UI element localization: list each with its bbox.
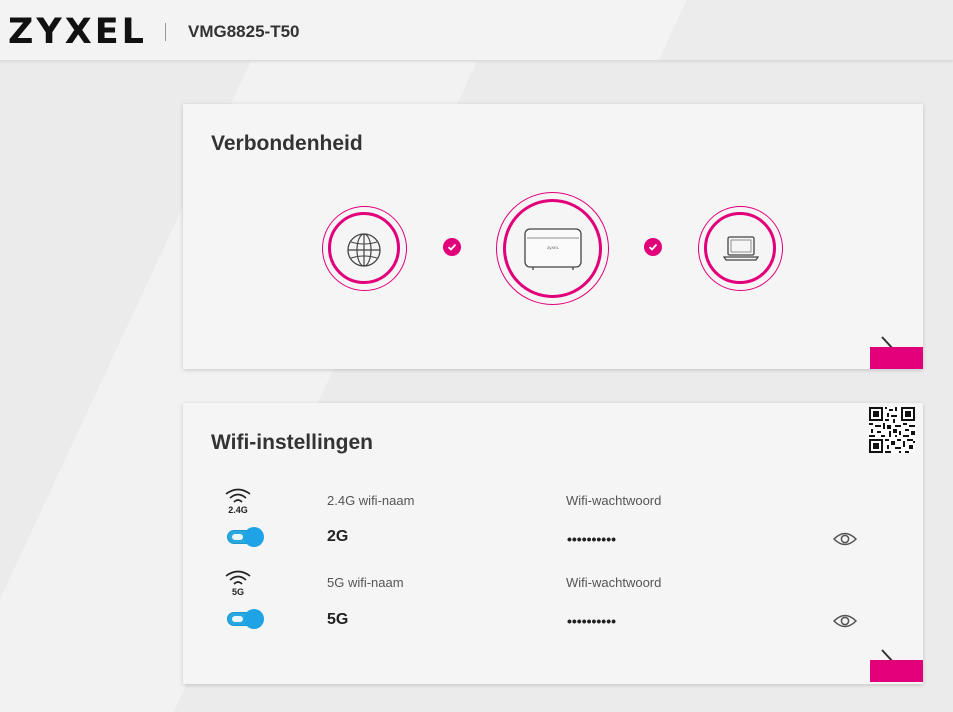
check-icon bbox=[644, 238, 662, 256]
wifi-5g-toggle[interactable] bbox=[227, 609, 264, 629]
connectivity-more-button[interactable] bbox=[870, 347, 923, 369]
wifi-5g-name: 5G bbox=[327, 611, 349, 628]
wifi-24g-toggle[interactable] bbox=[227, 527, 264, 547]
eye-icon[interactable] bbox=[833, 613, 857, 629]
wifi-24g-name: 2G bbox=[327, 528, 349, 545]
wifi-24g-password-label: Wifi-wachtwoord bbox=[566, 493, 662, 508]
header-divider bbox=[165, 23, 166, 41]
connectivity-title: Verbondenheid bbox=[211, 132, 363, 155]
connectivity-card: Verbondenheid ZyXEL bbox=[183, 104, 923, 369]
eye-icon[interactable] bbox=[833, 531, 857, 547]
wifi-24g-password: •••••••••• bbox=[567, 531, 617, 547]
wifi-24g-icon: 2.4G bbox=[223, 487, 253, 519]
wifi-5g-password: •••••••••• bbox=[567, 613, 617, 629]
band-label: 5G bbox=[231, 587, 244, 597]
router-icon: ZyXEL bbox=[524, 228, 582, 270]
device-node[interactable] bbox=[698, 206, 783, 291]
brand-logo[interactable]: ZYXEL bbox=[8, 12, 147, 52]
wifi-card: Wifi-instellingen 2.4G 2.4G wifi-naam 2G… bbox=[183, 403, 923, 684]
laptop-icon bbox=[723, 236, 759, 261]
wifi-5g-password-label: Wifi-wachtwoord bbox=[566, 575, 662, 590]
wifi-more-button[interactable] bbox=[870, 660, 923, 682]
band-label: 2.4G bbox=[228, 505, 248, 515]
globe-icon bbox=[347, 233, 381, 267]
wifi-title: Wifi-instellingen bbox=[211, 431, 373, 454]
qr-code-icon[interactable] bbox=[869, 407, 915, 453]
router-node[interactable]: ZyXEL bbox=[496, 192, 609, 305]
device-model: VMG8825-T50 bbox=[188, 22, 300, 41]
wifi-5g-icon: 5G bbox=[223, 569, 253, 601]
check-icon bbox=[443, 238, 461, 256]
internet-node[interactable] bbox=[322, 206, 407, 291]
svg-text:ZyXEL: ZyXEL bbox=[547, 245, 560, 250]
wifi-24g-name-label: 2.4G wifi-naam bbox=[327, 493, 415, 508]
top-header: ZYXEL VMG8825-T50 bbox=[0, 0, 953, 61]
wifi-5g-name-label: 5G wifi-naam bbox=[327, 575, 404, 590]
